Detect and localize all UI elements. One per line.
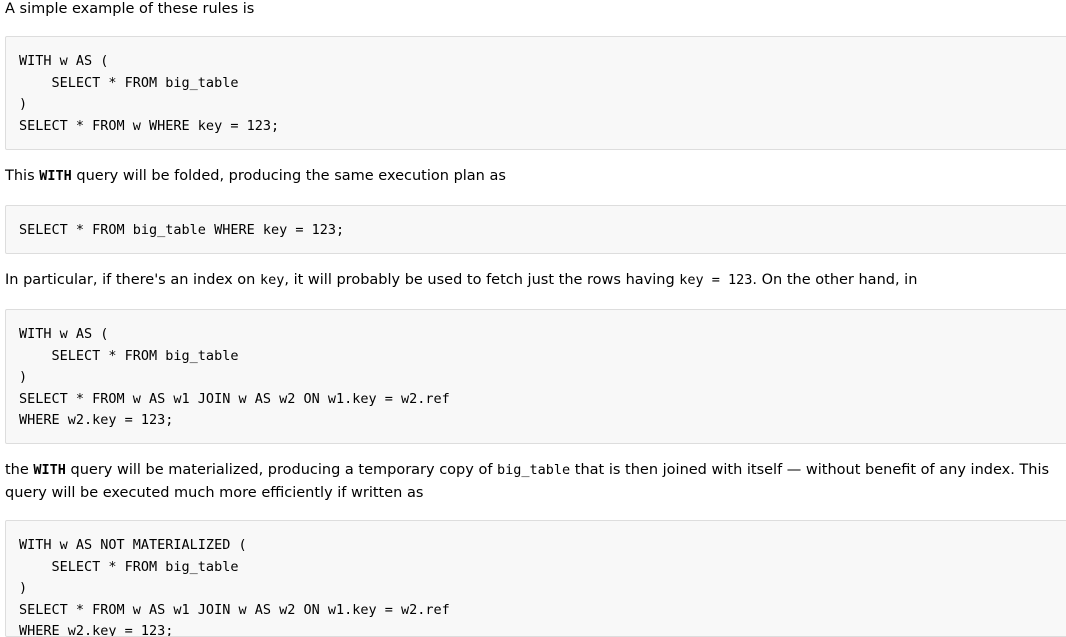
text-segment: the [5,462,34,478]
text-segment: query will be folded, producing the same… [71,168,506,184]
code-block-example-2: SELECT * FROM big_table WHERE key = 123; [5,205,1066,254]
inline-code-big-table: big_table [497,462,571,478]
text-segment: In particular, if there's an index on [5,272,260,288]
text-segment: This [5,168,40,184]
paragraph-materialized: the WITH query will be materialized, pro… [5,459,1066,505]
paragraph-folded: This WITH query will be folded, producin… [5,165,506,188]
paragraph-intro: A simple example of these rules is [5,1,255,17]
inline-code-with: WITH [39,168,72,184]
code-block-example-1: WITH w AS ( SELECT * FROM big_table ) SE… [5,36,1066,150]
text-segment: , it will probably be used to fetch just… [284,272,680,288]
code-block-example-3: WITH w AS ( SELECT * FROM big_table ) SE… [5,309,1066,444]
code-block-example-4: WITH w AS NOT MATERIALIZED ( SELECT * FR… [5,520,1066,637]
text-segment: . On the other hand, in [752,272,918,288]
text-segment: query will be materialized, producing a … [65,462,498,478]
paragraph-index: In particular, if there's an index on ke… [5,269,917,292]
inline-code-with: WITH [33,462,66,478]
inline-code-key: key [259,272,285,288]
inline-code-key-equals: key = 123 [679,272,753,288]
